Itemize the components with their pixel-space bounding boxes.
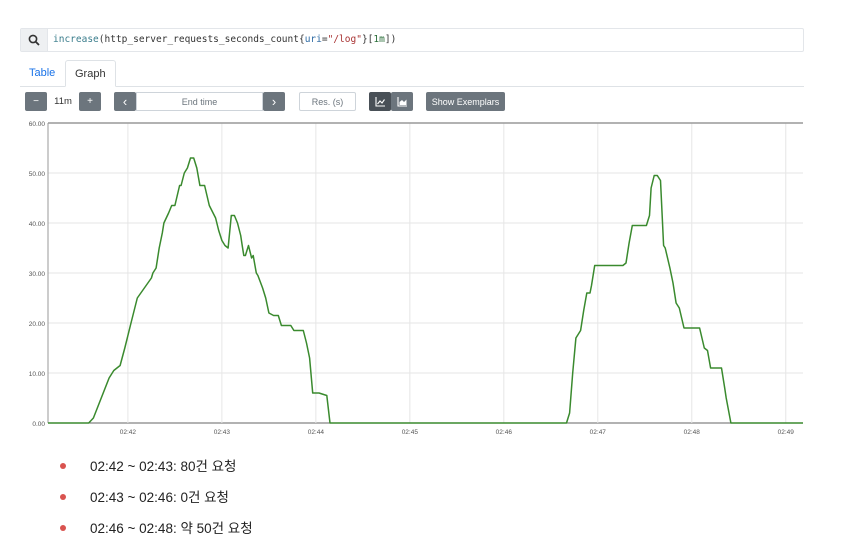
tab-table[interactable]: Table — [20, 60, 64, 86]
summary-list: 02:42 ~ 02:43: 80건 요청 02:43 ~ 02:46: 0건 … — [60, 458, 253, 551]
query-input[interactable]: increase(http_server_requests_seconds_co… — [20, 28, 804, 52]
y-tick-label: 50.00 — [29, 171, 46, 178]
bullet-dot — [60, 494, 66, 500]
query-range: 1m — [373, 34, 385, 45]
resolution-input[interactable]: Res. (s) — [299, 92, 356, 111]
bullet-dot — [60, 463, 66, 469]
x-tick-label: 02:44 — [308, 429, 325, 436]
time-series-graph[interactable]: 0.00 10.00 20.00 30.00 40.00 50.00 60.00 02:42 0… — [0, 116, 847, 441]
decrease-range-button[interactable]: − — [25, 92, 47, 111]
panel-tabs: Table Graph — [20, 60, 804, 87]
next-time-button[interactable]: › — [263, 92, 285, 111]
y-tick-label: 60.00 — [29, 121, 46, 128]
range-input[interactable]: 11m — [47, 92, 79, 111]
y-tick-label: 10.00 — [29, 371, 46, 378]
unstacked-chart-button[interactable] — [369, 92, 391, 111]
x-tick-label: 02:45 — [402, 429, 419, 436]
y-tick-label: 40.00 — [29, 221, 46, 228]
query-metric: http_server_requests_seconds_count — [104, 34, 299, 45]
summary-text: 02:43 ~ 02:46: 0건 요청 — [90, 490, 229, 505]
tab-graph[interactable]: Graph — [65, 60, 116, 87]
x-tick-label: 02:46 — [496, 429, 513, 436]
stacked-chart-button[interactable] — [391, 92, 413, 111]
previous-time-button[interactable]: ‹ — [114, 92, 136, 111]
x-tick-label: 02:47 — [590, 429, 607, 436]
query-label-key: uri — [304, 34, 322, 45]
execute-query-button[interactable] — [21, 29, 48, 51]
summary-text: 02:42 ~ 02:43: 80건 요청 — [90, 459, 237, 474]
query-function: increase — [53, 34, 99, 45]
x-tick-label: 02:42 — [120, 429, 137, 436]
query-label-value: "/log" — [327, 34, 362, 45]
bullet-dot — [60, 525, 66, 531]
stacked-chart-icon — [396, 96, 407, 107]
y-tick-label: 30.00 — [29, 271, 46, 278]
list-item: 02:42 ~ 02:43: 80건 요청 — [60, 458, 253, 489]
query-expression[interactable]: increase(http_server_requests_seconds_co… — [53, 34, 396, 45]
x-tick-label: 02:49 — [778, 429, 795, 436]
series-line — [48, 157, 803, 424]
increase-range-button[interactable]: + — [79, 92, 101, 111]
search-icon — [28, 34, 40, 46]
summary-text: 02:46 ~ 02:48: 약 50건 요청 — [90, 521, 253, 536]
show-exemplars-button[interactable]: Show Exemplars — [426, 92, 505, 111]
end-time-input[interactable]: End time — [136, 92, 263, 111]
x-tick-label: 02:48 — [684, 429, 701, 436]
list-item: 02:43 ~ 02:46: 0건 요청 — [60, 489, 253, 520]
line-chart-icon — [374, 96, 385, 107]
x-tick-label: 02:43 — [214, 429, 231, 436]
y-tick-label: 0.00 — [32, 421, 45, 428]
y-tick-label: 20.00 — [29, 321, 46, 328]
list-item: 02:46 ~ 02:48: 약 50건 요청 — [60, 520, 253, 551]
